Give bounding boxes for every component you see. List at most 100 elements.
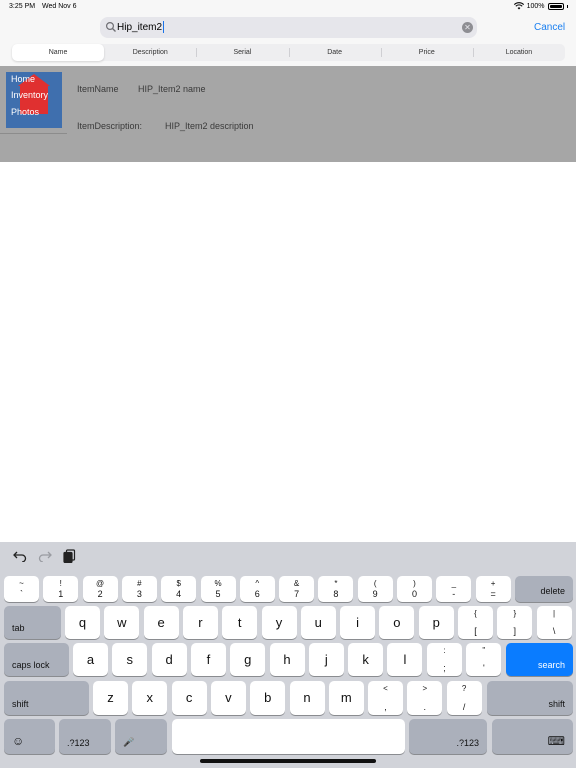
scope-tab-price[interactable]: Price (380, 44, 473, 61)
key-label: p (432, 615, 440, 630)
key-bracket-0[interactable]: {[ (458, 606, 493, 639)
emoji-key[interactable]: ☺ (4, 719, 55, 754)
undo-icon[interactable] (13, 550, 27, 562)
key-l[interactable]: l (387, 643, 423, 676)
key-u[interactable]: u (300, 606, 336, 639)
key-10[interactable]: ) 0 (397, 576, 432, 602)
key-7[interactable]: & 7 (279, 576, 315, 602)
key-1[interactable]: ! 1 (43, 576, 79, 602)
key-w[interactable]: w (104, 606, 140, 639)
scope-tab-description[interactable]: Description (104, 44, 196, 61)
tab-key-label: tab (12, 623, 25, 633)
key-shift-label: ^ (255, 579, 260, 588)
caps-lock-key[interactable]: caps lock (4, 643, 69, 676)
home-indicator[interactable] (200, 759, 376, 763)
key-v[interactable]: v (210, 681, 246, 715)
delete-key[interactable]: delete (515, 576, 573, 602)
key-label: c (185, 690, 193, 705)
dictation-key[interactable]: 🎤 (115, 719, 167, 754)
key-x[interactable]: x (132, 681, 168, 715)
key-label: 4 (176, 589, 182, 599)
key-label: v (225, 690, 232, 705)
key-symbol-2[interactable]: ? / (446, 681, 482, 715)
key-s[interactable]: s (112, 643, 148, 676)
key-2[interactable]: @2 (82, 576, 118, 602)
key-label: ] (513, 626, 517, 636)
key-bracket-1[interactable]: }] (497, 606, 533, 639)
numbers-key-right[interactable]: .?123 (409, 719, 487, 754)
key-label: . (423, 702, 427, 712)
key-symbol-1[interactable]: >. (407, 681, 443, 715)
key-y[interactable]: y (261, 606, 297, 639)
shift-left-key[interactable]: shift (4, 681, 89, 715)
key-6[interactable]: ^ 6 (239, 576, 275, 602)
thumbnail-text-inventory: Inventory (11, 90, 49, 100)
key-shift-label: : (443, 646, 446, 655)
key-a[interactable]: a (73, 643, 108, 676)
key-i[interactable]: i (340, 606, 376, 639)
search-input[interactable]: Hip_item2 (117, 21, 165, 33)
key-shift-label: % (214, 579, 222, 588)
key-n[interactable]: n (289, 681, 325, 715)
key-shift-label: ? (461, 684, 467, 693)
key-0[interactable]: ~ ` (4, 576, 39, 602)
key-m[interactable]: m (328, 681, 364, 715)
hide-keyboard-key[interactable]: ⌨ (492, 719, 573, 754)
key-d[interactable]: d (151, 643, 187, 676)
scope-tab-date[interactable]: Date (288, 44, 381, 61)
key-c[interactable]: c (171, 681, 207, 715)
search-key[interactable]: search (506, 643, 573, 676)
key-p[interactable]: p (418, 606, 454, 639)
key-4[interactable]: $4 (161, 576, 197, 602)
status-right: 100% (513, 2, 568, 10)
key-punct-1[interactable]: " ' (466, 643, 502, 676)
row-divider (0, 133, 67, 134)
key-label: o (393, 615, 401, 630)
key-e[interactable]: e (143, 606, 179, 639)
key-5[interactable]: % 5 (200, 576, 236, 602)
key-label: x (146, 690, 154, 705)
key-shift-label: ( (373, 579, 377, 588)
cancel-button[interactable]: Cancel (534, 22, 565, 33)
item-name-label: ItemName (77, 84, 119, 94)
key-q[interactable]: q (65, 606, 100, 639)
key-h[interactable]: h (269, 643, 305, 676)
key-f[interactable]: f (190, 643, 226, 676)
key-shift-label: " (482, 646, 486, 655)
search-bar[interactable]: Hip_item2 ✕ (100, 17, 477, 38)
key-9[interactable]: (9 (357, 576, 393, 602)
key-label: g (244, 652, 252, 667)
key-k[interactable]: k (348, 643, 384, 676)
key-j[interactable]: j (308, 643, 344, 676)
scope-tab-location[interactable]: Location (472, 44, 565, 61)
key-label: f (206, 652, 211, 667)
key-bracket-2[interactable]: | \ (536, 606, 572, 639)
numbers-key-left[interactable]: .?123 (59, 719, 111, 754)
key-r[interactable]: r (182, 606, 218, 639)
key-11[interactable]: _ - (436, 576, 472, 602)
key-b[interactable]: b (250, 681, 286, 715)
paste-icon[interactable] (63, 549, 76, 563)
key-shift-label: & (293, 579, 300, 588)
search-result-row[interactable]: Home Inventory Photos ItemName HIP_Item2… (0, 66, 576, 162)
key-label: - (452, 589, 456, 599)
key-shift-label: < (383, 684, 388, 693)
key-t[interactable]: t (222, 606, 258, 639)
key-8[interactable]: * 8 (318, 576, 354, 602)
shift-right-key[interactable]: shift (487, 681, 573, 715)
key-g[interactable]: g (230, 643, 266, 676)
scope-tab-name[interactable]: Name (12, 44, 105, 61)
scope-tab-serial[interactable]: Serial (196, 44, 288, 61)
key-punct-0[interactable]: :; (427, 643, 462, 676)
clear-icon[interactable]: ✕ (462, 22, 473, 33)
key-o[interactable]: o (379, 606, 415, 639)
tab-key[interactable]: tab (4, 606, 61, 639)
key-3[interactable]: #3 (121, 576, 157, 602)
on-screen-keyboard: ~ `! 1 @2 #3 $4% 5 ^ 6 & 7 * 8(9) 0 _ - + = delete tab q w e r t… (0, 542, 576, 768)
space-key[interactable] (172, 719, 405, 754)
key-symbol-0[interactable]: <, (368, 681, 403, 715)
key-z[interactable]: z (93, 681, 128, 715)
key-12[interactable]: + = (475, 576, 511, 602)
key-label: ' (482, 663, 485, 673)
redo-icon[interactable] (38, 550, 52, 562)
